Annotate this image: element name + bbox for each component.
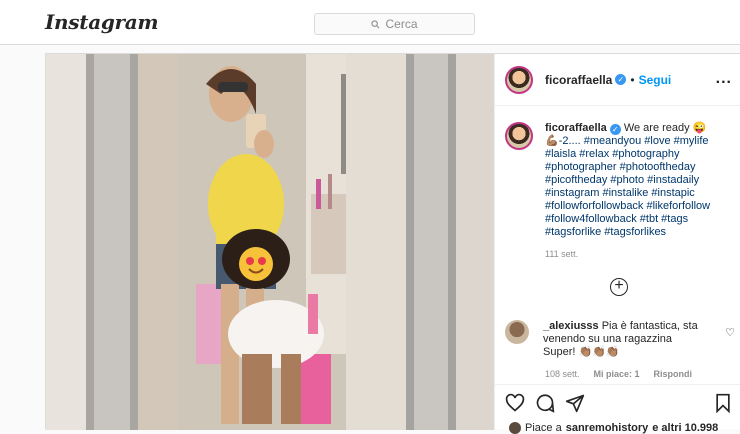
- commenter-username[interactable]: _alexiusss: [543, 320, 599, 332]
- likes-summary: Piace a sanremohistory e altri 10.998: [509, 422, 718, 434]
- caption-hashtags[interactable]: 💪🏽-2.... #meandyou #love #mylife #laisla…: [545, 135, 710, 238]
- caption-verified-badge-icon: ✓: [609, 124, 621, 135]
- comment-item: _alexiusss Pia è fantastica, sta venendo…: [505, 320, 735, 359]
- comment-meta: 108 sett. Mi piace: 1 Rispondi: [545, 369, 692, 379]
- comment-bubble-icon[interactable]: [535, 393, 555, 413]
- search-input[interactable]: Cerca: [314, 13, 475, 35]
- post-caption: ficoraffaella ✓ We are ready 😜 💪🏽-2.... #…: [505, 122, 735, 261]
- follow-button[interactable]: Segui: [639, 73, 672, 87]
- post-actions-bar: Piace a sanremohistory e altri 10.998: [495, 384, 740, 434]
- post-sidebar: ficoraffaella ✓ • Segui ... ficoraffaell…: [494, 54, 740, 434]
- load-more-comments-button[interactable]: +: [610, 278, 628, 296]
- more-options-icon[interactable]: ...: [716, 70, 732, 88]
- mirror-selfie-image: [46, 54, 494, 430]
- caption-author-avatar[interactable]: [505, 122, 533, 150]
- comment-like-heart-icon[interactable]: ♡: [725, 326, 735, 339]
- caption-timestamp[interactable]: 111 sett.: [545, 248, 735, 261]
- author-username[interactable]: ficoraffaella: [545, 73, 612, 87]
- comment-reply-button[interactable]: Rispondi: [654, 369, 693, 379]
- separator-dot: •: [630, 72, 635, 87]
- like-heart-icon[interactable]: [505, 393, 525, 413]
- post-photo[interactable]: [46, 54, 494, 430]
- post-card: ficoraffaella ✓ • Segui ... ficoraffaell…: [45, 53, 740, 434]
- verified-badge-icon: ✓: [615, 74, 627, 85]
- search-placeholder: Cerca: [385, 17, 418, 31]
- caption-text: We are ready 😜: [623, 122, 707, 134]
- likes-prefix: Piace a: [525, 422, 562, 434]
- caption-body: ficoraffaella ✓ We are ready 😜 💪🏽-2.... #…: [545, 122, 735, 261]
- comment-likes-count[interactable]: Mi piace: 1: [594, 369, 640, 379]
- commenter-avatar[interactable]: [505, 320, 529, 344]
- liker-avatar[interactable]: [509, 422, 521, 434]
- caption-username[interactable]: ficoraffaella: [545, 122, 607, 134]
- share-send-icon[interactable]: [565, 393, 585, 413]
- search-icon: [371, 19, 380, 28]
- liker-username[interactable]: sanremohistory: [566, 422, 649, 434]
- author-avatar[interactable]: [505, 65, 533, 94]
- instagram-logo[interactable]: Instagram: [45, 10, 159, 34]
- comment-body: _alexiusss Pia è fantastica, sta venendo…: [543, 320, 703, 359]
- save-bookmark-icon[interactable]: [713, 393, 733, 413]
- likes-others[interactable]: e altri 10.998: [652, 422, 718, 434]
- post-header: ficoraffaella ✓ • Segui ...: [495, 54, 740, 106]
- top-navigation-bar: Instagram Cerca: [0, 0, 740, 45]
- comment-timestamp[interactable]: 108 sett.: [545, 369, 580, 379]
